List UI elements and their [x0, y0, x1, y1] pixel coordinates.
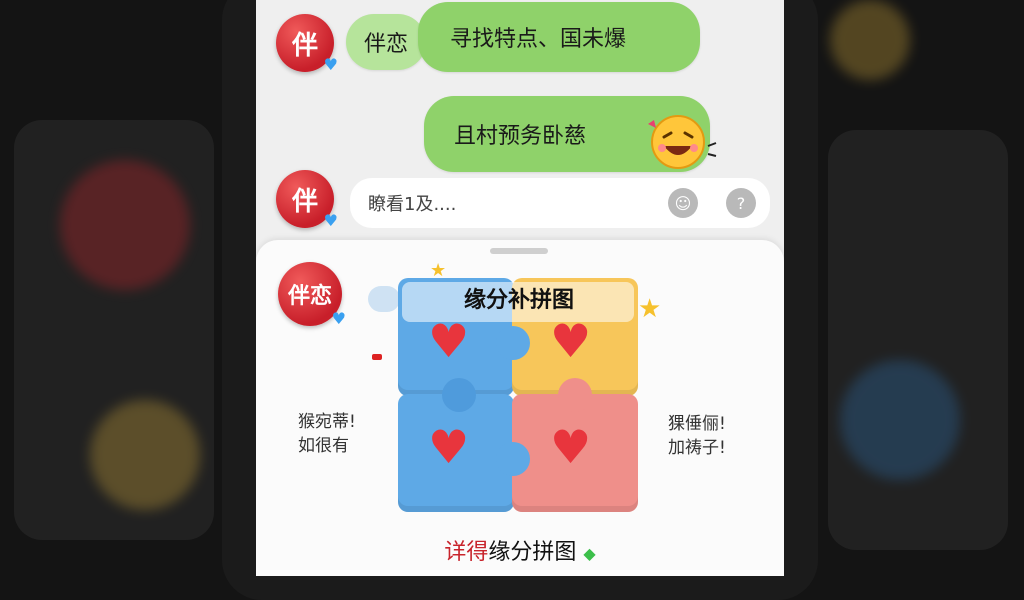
heart-icon: ♥ — [550, 420, 592, 474]
avatar[interactable]: 伴 ♥ — [276, 14, 338, 74]
message-bubble-1[interactable]: 寻找特点、国未爆 — [418, 2, 700, 72]
avatar[interactable]: 伴恋 ♥ — [278, 262, 346, 328]
sender-name-bubble: 伴恋 — [346, 14, 426, 70]
left-caption-line: 猴宛蒂! — [298, 412, 356, 432]
avatar-label: 伴恋 — [287, 284, 332, 309]
heart-icon: ♥ — [428, 420, 470, 474]
background-card-right — [828, 130, 1008, 550]
message-text: 且村预务卧慈 — [454, 124, 587, 149]
avatar-label: 伴 — [291, 30, 318, 61]
left-caption-line: 如很有 — [298, 436, 349, 456]
link-text: 缘分拼图 — [488, 540, 577, 565]
right-caption-line: 猓倕俪! — [668, 414, 726, 434]
right-caption-line: 加祷子! — [668, 438, 726, 458]
puzzle-link[interactable]: 详得缘分拼图 ◆ — [256, 534, 784, 566]
puzzle-knob — [496, 442, 530, 476]
heart-icon: ♥ — [428, 314, 470, 368]
puzzle-knob — [496, 326, 530, 360]
puzzle-knob — [442, 378, 476, 412]
puzzle-title: 缘分补拼图 — [463, 288, 574, 313]
background-blob-blue — [840, 360, 960, 480]
background-blob-red — [60, 160, 190, 290]
diamond-icon: ◆ — [583, 544, 596, 563]
sender-name: 伴恋 — [363, 32, 408, 57]
input-placeholder: 瞭看1及.... — [368, 194, 457, 215]
laughing-emoji-icon — [648, 115, 717, 169]
ribbon-icon — [372, 354, 382, 360]
background-blob-top-right — [830, 0, 910, 80]
chat-bubble-icon — [368, 286, 400, 312]
star-icon: ★ — [638, 294, 662, 324]
message-text: 寻找特点、国未爆 — [450, 27, 627, 52]
sheet-handle[interactable] — [490, 248, 548, 254]
sticker-icon[interactable]: ☺ — [668, 188, 698, 218]
background-blob-yellow — [90, 400, 200, 510]
heart-icon: ♥ — [550, 314, 592, 368]
avatar-label: 伴 — [291, 186, 318, 217]
question-icon[interactable]: ? — [726, 188, 756, 218]
heart-icon: ♥ — [323, 211, 338, 230]
puzzle-knob — [558, 378, 592, 412]
puzzle-bottom-sheet: 伴恋 ♥ ♥ ♥ ♥ ♥ 缘分补拼图 ★ ★ 猴宛蒂! 如很有 猓倕俪! 加祷子… — [256, 240, 784, 576]
star-icon: ★ — [430, 260, 447, 281]
chat-screen: 伴 ♥ 伴恋 寻找特点、国未爆 且村预务卧慈 伴 ♥ 瞭看1及.... ☺ ? … — [256, 0, 784, 576]
left-caption: 猴宛蒂! 如很有 — [298, 410, 356, 458]
message-input[interactable]: 瞭看1及.... — [350, 178, 770, 228]
link-accent: 详得 — [444, 540, 489, 565]
right-caption: 猓倕俪! 加祷子! — [668, 412, 726, 460]
heart-icon: ♥ — [323, 55, 338, 74]
heart-icon: ♥ — [331, 309, 346, 328]
avatar[interactable]: 伴 ♥ — [276, 170, 338, 230]
